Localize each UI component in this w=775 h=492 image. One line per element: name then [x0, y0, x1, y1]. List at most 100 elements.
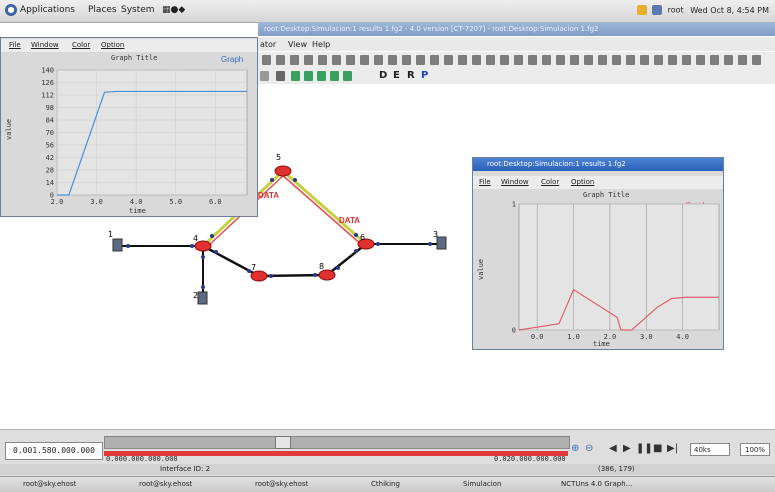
menu-file[interactable]: File [9, 41, 21, 49]
zoom-in-icon[interactable] [304, 71, 313, 81]
tool-icon[interactable] [388, 55, 397, 65]
tool-icon[interactable] [696, 55, 705, 65]
tool-icon[interactable] [724, 55, 733, 65]
task-item[interactable]: NCTUns 4.0 Graph... [558, 479, 686, 490]
tool-icon[interactable] [556, 55, 565, 65]
tool-icon[interactable] [514, 55, 523, 65]
play-icon[interactable] [260, 71, 269, 81]
stop-icon[interactable]: ■ [653, 443, 662, 454]
pen-icon[interactable] [276, 71, 285, 81]
tool-icon[interactable] [570, 55, 579, 65]
tool-icon[interactable] [710, 55, 719, 65]
x-tick-label: 0.0 [531, 333, 544, 341]
zoom-percent[interactable]: 100% [740, 443, 770, 456]
zoom-fit-icon[interactable] [330, 71, 339, 81]
y-tick-label: 0 [512, 327, 516, 335]
system-menu[interactable]: System [121, 5, 155, 15]
tool-icon[interactable] [612, 55, 621, 65]
tool-icon[interactable] [626, 55, 635, 65]
router-node-4[interactable]: 4 [193, 234, 212, 252]
tool-icon[interactable] [416, 55, 425, 65]
menu-option[interactable]: Option [101, 41, 124, 49]
tool-icon[interactable] [584, 55, 593, 65]
fast-forward-icon[interactable]: ▶| [667, 443, 678, 454]
tool-icon[interactable] [346, 55, 355, 65]
task-item[interactable]: root@sky.ehost [136, 479, 248, 490]
tool-icon[interactable] [668, 55, 677, 65]
tool-icon[interactable] [430, 55, 439, 65]
host-node-1[interactable]: 1 [108, 230, 123, 252]
x-tick-label: 4.0 [676, 333, 689, 341]
menu-color[interactable]: Color [541, 178, 559, 186]
menu-window[interactable]: Window [31, 41, 59, 49]
mode-r-button[interactable]: R [407, 70, 415, 81]
user-label[interactable]: root [668, 6, 684, 15]
network-icon[interactable] [652, 5, 663, 15]
menu-color[interactable]: Color [72, 41, 90, 49]
menu-window[interactable]: Window [501, 178, 529, 186]
timeline-thumb[interactable] [275, 436, 291, 449]
tool-icon[interactable] [304, 55, 313, 65]
update-icon[interactable] [636, 5, 647, 15]
router-node-5[interactable]: 5 [274, 153, 292, 177]
zoom-out-icon[interactable] [317, 71, 326, 81]
places-menu[interactable]: Places [88, 5, 117, 15]
zoom-icon[interactable] [291, 71, 300, 81]
tool-icon[interactable] [458, 55, 467, 65]
host-node-3[interactable]: 3 [433, 230, 447, 250]
task-item[interactable]: root@sky.ehost [252, 479, 364, 490]
step-back-icon[interactable]: ◀ [609, 443, 617, 454]
tool-icon[interactable] [528, 55, 537, 65]
tool-icon[interactable] [444, 55, 453, 65]
menu-file[interactable]: File [479, 178, 491, 186]
zoom-in-icon[interactable]: ⊕ [571, 443, 579, 454]
tool-icon[interactable] [262, 55, 271, 65]
play-icon[interactable]: ▶ [623, 443, 631, 454]
main-window-title: root:Desktop:Simulacion:1 results 1.fg2 … [258, 22, 775, 36]
tool-icon[interactable] [752, 55, 761, 65]
menu-option[interactable]: Option [571, 178, 594, 186]
tool-icon[interactable] [738, 55, 747, 65]
task-item[interactable]: Cthiking [368, 479, 456, 490]
tool-icon[interactable] [598, 55, 607, 65]
router-node-6[interactable]: 6 [357, 233, 375, 250]
mode-e-button[interactable]: E [393, 70, 400, 81]
tool-icon[interactable] [500, 55, 509, 65]
tool-icon[interactable] [472, 55, 481, 65]
mode-p-button[interactable]: P [421, 70, 428, 81]
gnome-foot-icon[interactable]: ● [5, 4, 17, 16]
tool-icon[interactable] [654, 55, 663, 65]
menu-help[interactable]: Help [312, 40, 330, 49]
task-item[interactable]: Simulacion [460, 479, 554, 490]
mode-d-button[interactable]: D [379, 70, 387, 81]
tool-icon[interactable] [640, 55, 649, 65]
tool-icon[interactable] [360, 55, 369, 65]
router-node-8[interactable]: 8 [318, 262, 336, 281]
tool-icon[interactable] [402, 55, 411, 65]
tool-icon[interactable] [290, 55, 299, 65]
menu-view[interactable]: View [288, 40, 307, 49]
link-8-6 [326, 243, 367, 276]
speed-field[interactable]: 40ks [690, 443, 730, 456]
menu-operator[interactable]: ator [260, 40, 276, 49]
tool-icon[interactable] [276, 55, 285, 65]
y-tick-label: 56 [46, 142, 54, 150]
tool-icon[interactable] [374, 55, 383, 65]
tool-icon[interactable] [682, 55, 691, 65]
tool-icon[interactable] [542, 55, 551, 65]
launcher-icons[interactable]: ▦●◆ [162, 5, 185, 15]
tool-icon[interactable] [332, 55, 341, 65]
applications-menu[interactable]: Applications [20, 5, 75, 15]
start-time: 0.000.000.000.000 [106, 455, 178, 463]
clock[interactable]: Wed Oct 8, 4:54 PM [690, 6, 769, 15]
tool-icon[interactable] [486, 55, 495, 65]
graph-right-title[interactable]: root:Desktop:Simulacion:1 results 1.fg2 [473, 158, 723, 171]
timeline-track[interactable] [104, 436, 570, 449]
task-item[interactable]: root@sky.ehost [20, 479, 132, 490]
host-node-2[interactable]: 2 [193, 291, 208, 305]
router-node-7[interactable]: 7 [250, 263, 268, 282]
tool-icon[interactable] [318, 55, 327, 65]
pause-icon[interactable]: ❚❚ [636, 443, 653, 454]
zoom-out-icon[interactable]: ⊖ [585, 443, 593, 454]
zoom-reset-icon[interactable] [343, 71, 352, 81]
